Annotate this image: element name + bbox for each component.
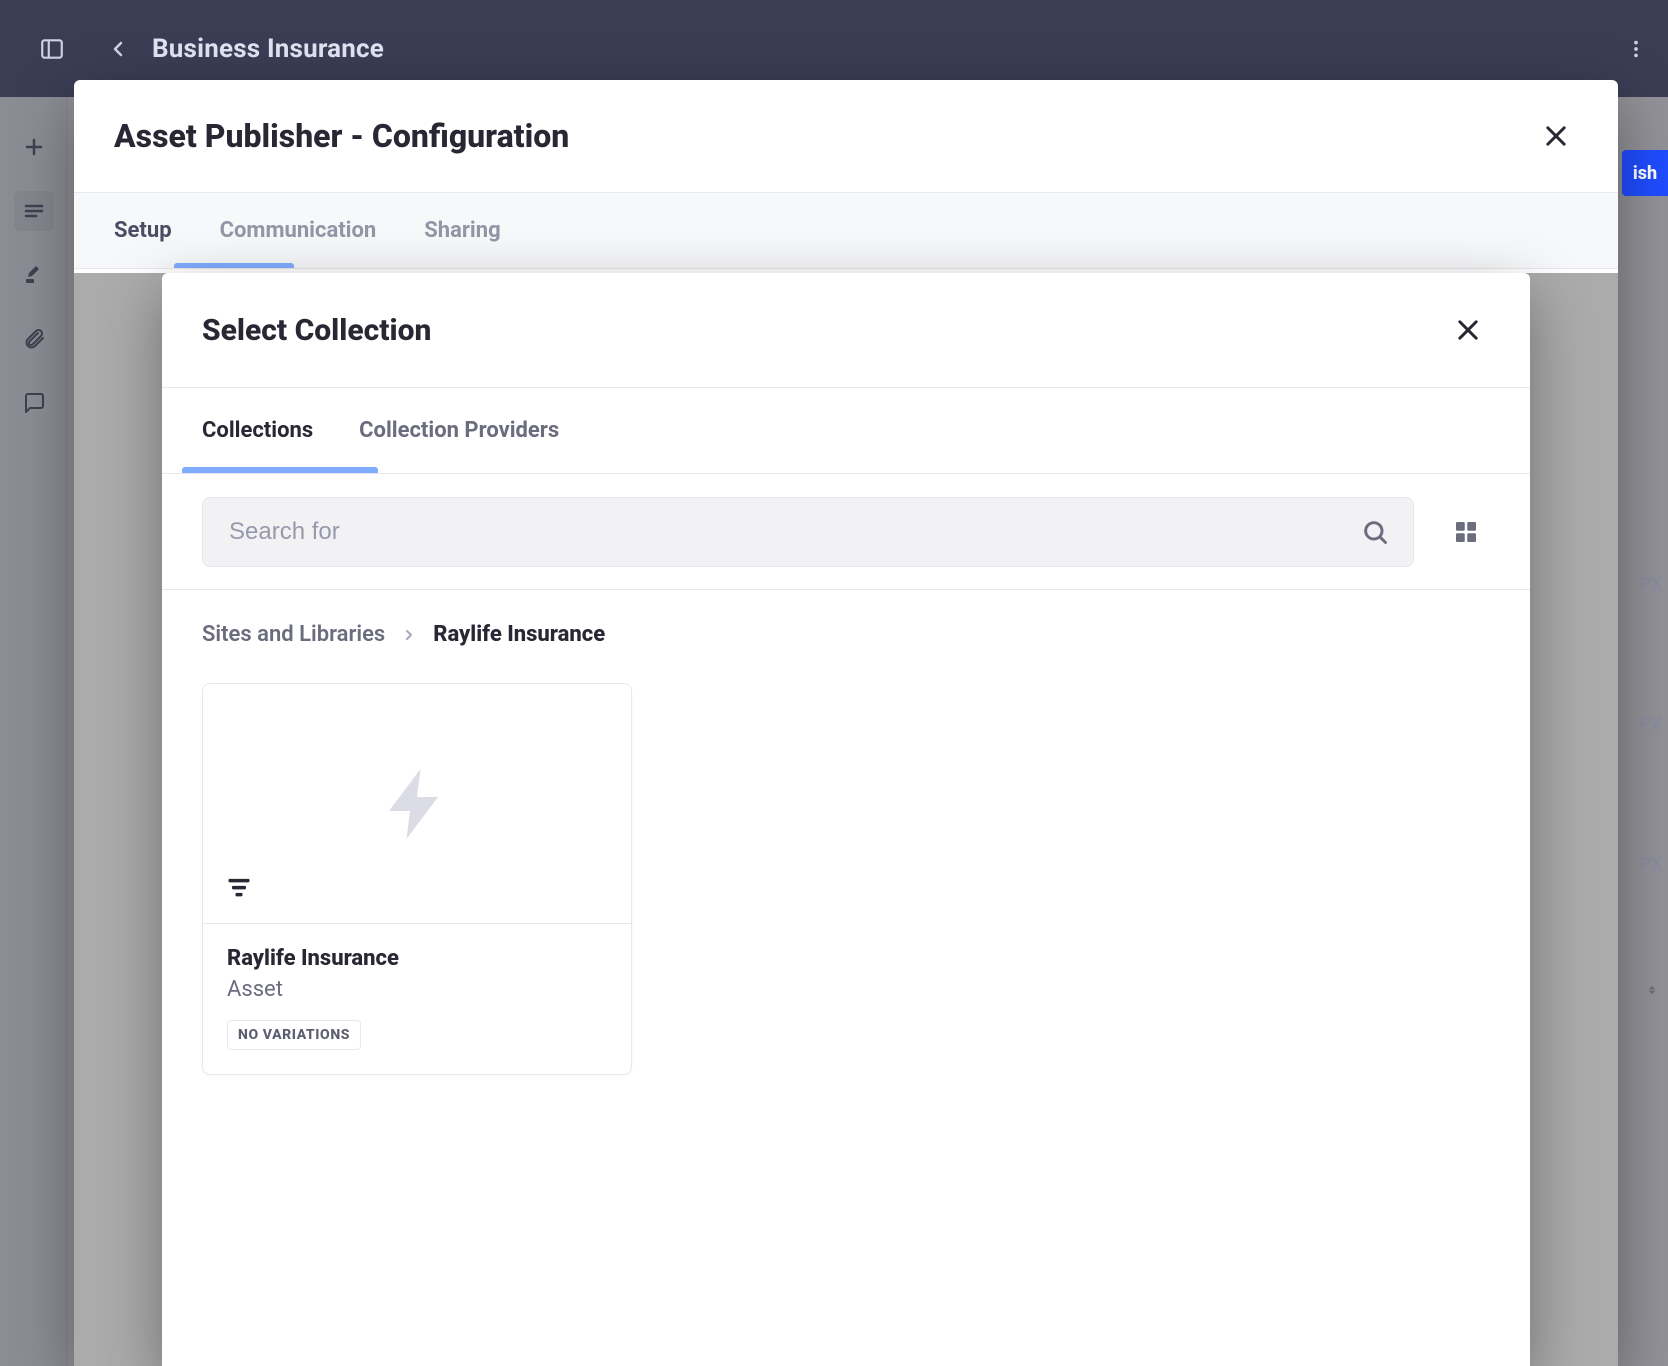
select-collection-tab-indicator xyxy=(182,467,378,473)
select-collection-modal: Select Collection Collections Collection… xyxy=(162,273,1530,1366)
config-tab-indicator xyxy=(174,263,294,268)
collection-card[interactable]: Raylife Insurance Asset NO VARIATIONS xyxy=(202,683,632,1075)
config-modal-title: Asset Publisher - Configuration xyxy=(114,117,569,155)
select-collection-tabs: Collections Collection Providers xyxy=(162,388,1530,474)
panel-toggle-icon[interactable] xyxy=(30,27,74,71)
filter-icon xyxy=(225,873,253,901)
back-icon[interactable] xyxy=(96,27,140,71)
search-input-wrap[interactable] xyxy=(202,497,1414,567)
chevron-right-icon xyxy=(401,627,417,643)
breadcrumb-current: Raylife Insurance xyxy=(433,622,605,647)
tab-communication[interactable]: Communication xyxy=(220,218,377,243)
breadcrumb-root[interactable]: Sites and Libraries xyxy=(202,622,385,647)
card-meta: Raylife Insurance Asset NO VARIATIONS xyxy=(203,924,631,1074)
breadcrumb: Sites and Libraries Raylife Insurance xyxy=(202,622,1490,647)
config-modal: Asset Publisher - Configuration Setup Co… xyxy=(74,80,1618,1366)
inner-modal-overlay: Select Collection Collections Collection… xyxy=(74,273,1618,1366)
config-modal-tabs: Setup Communication Sharing xyxy=(74,193,1618,269)
variations-badge: NO VARIATIONS xyxy=(227,1020,361,1050)
tab-collections[interactable]: Collections xyxy=(202,418,313,443)
select-collection-title: Select Collection xyxy=(202,313,431,348)
tab-sharing[interactable]: Sharing xyxy=(424,218,500,243)
select-collection-body: Sites and Libraries Raylife Insurance xyxy=(162,590,1530,1101)
card-type: Asset xyxy=(227,977,607,1002)
page-title: Business Insurance xyxy=(152,34,384,64)
select-collection-header: Select Collection xyxy=(162,273,1530,388)
config-modal-close-icon[interactable] xyxy=(1534,114,1578,158)
select-collection-toolbar xyxy=(162,474,1530,590)
search-icon[interactable] xyxy=(1361,518,1389,546)
view-grid-icon[interactable] xyxy=(1442,508,1490,556)
card-thumbnail xyxy=(203,684,631,924)
tab-setup[interactable]: Setup xyxy=(114,218,172,243)
config-modal-header: Asset Publisher - Configuration xyxy=(74,80,1618,193)
tab-collection-providers[interactable]: Collection Providers xyxy=(359,418,559,443)
kebab-icon[interactable] xyxy=(1614,27,1658,71)
search-input[interactable] xyxy=(227,517,1361,547)
bolt-icon xyxy=(375,756,459,852)
card-name: Raylife Insurance xyxy=(227,946,607,971)
select-collection-close-icon[interactable] xyxy=(1446,308,1490,352)
